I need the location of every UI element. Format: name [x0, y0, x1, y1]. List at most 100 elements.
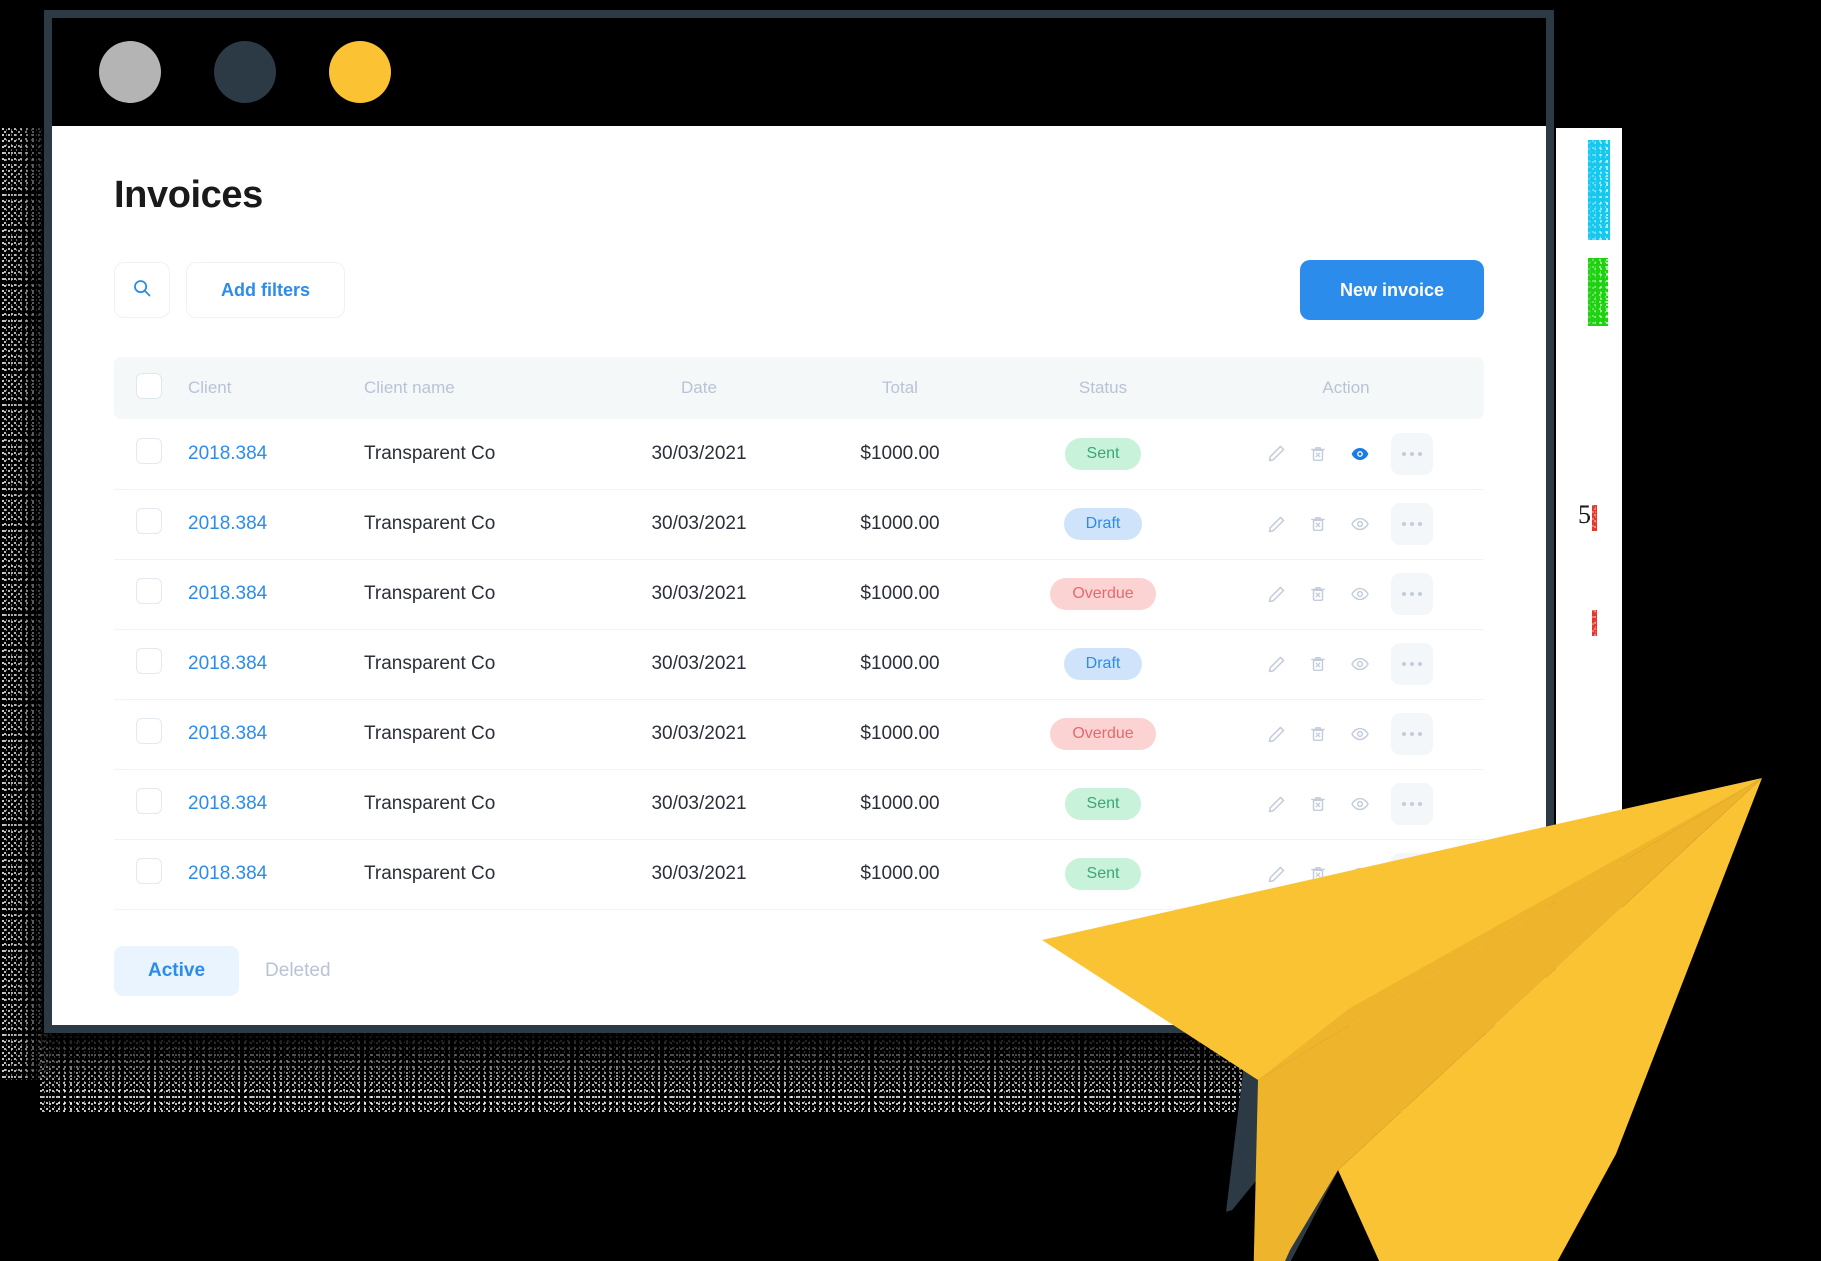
eye-icon[interactable]: [1343, 577, 1377, 611]
invoice-link[interactable]: 2018.384: [188, 793, 267, 814]
cell-client: 2018.384: [188, 629, 364, 700]
edit-icon[interactable]: [1259, 787, 1293, 821]
edit-icon[interactable]: [1259, 647, 1293, 681]
row-action-group: [1259, 713, 1433, 755]
column-header-date[interactable]: Date: [596, 357, 802, 419]
eye-icon[interactable]: [1343, 437, 1377, 471]
pagination-page-1[interactable]: 1: [1438, 947, 1484, 994]
row-action-group: [1259, 432, 1433, 475]
column-header-total[interactable]: Total: [802, 357, 998, 419]
cell-action: [1208, 419, 1484, 490]
column-header-status[interactable]: Status: [998, 357, 1208, 419]
table-row[interactable]: 2018.384 Transparent Co 30/03/2021 $1000.00…: [114, 699, 1484, 770]
row-checkbox[interactable]: [136, 718, 162, 744]
row-select-cell: [114, 489, 188, 560]
status-badge: Sent: [1064, 437, 1142, 470]
status-badge: Sent: [1064, 788, 1142, 820]
pagination-prev-button[interactable]: ‹: [1392, 951, 1422, 991]
select-all-header: [114, 357, 188, 419]
tab-active[interactable]: Active: [114, 945, 240, 996]
table-row[interactable]: 2018.384 Transparent Co 30/03/2021 $1000.00…: [114, 839, 1484, 910]
cell-client-name: Transparent Co: [364, 629, 596, 700]
tab-deleted[interactable]: Deleted: [239, 946, 357, 996]
cell-action: [1208, 699, 1484, 770]
eye-icon[interactable]: [1343, 787, 1377, 821]
status-badge: Overdue: [1050, 578, 1156, 610]
table-row[interactable]: 2018.384 Transparent Co 30/03/2021 $1000.00…: [114, 419, 1484, 490]
trash-icon[interactable]: [1301, 857, 1335, 891]
new-invoice-button[interactable]: New invoice: [1299, 260, 1484, 320]
eye-icon[interactable]: [1343, 647, 1377, 681]
row-checkbox[interactable]: [136, 648, 162, 674]
trash-icon[interactable]: [1301, 507, 1335, 541]
table-footer: Active Deleted ‹ 1: [114, 944, 1484, 998]
table-row[interactable]: 2018.384 Transparent Co 30/03/2021 $1000.00…: [114, 629, 1484, 700]
status-badge: Draft: [1063, 508, 1143, 540]
column-header-client[interactable]: Client: [188, 357, 364, 419]
cell-status: Overdue: [998, 559, 1208, 630]
add-filters-button[interactable]: Add filters: [186, 262, 346, 318]
trash-icon[interactable]: [1301, 717, 1335, 751]
row-checkbox[interactable]: [136, 578, 162, 604]
invoices-table: Client Client name Date Total Status Act…: [114, 357, 1484, 910]
edit-icon[interactable]: [1259, 577, 1293, 611]
cell-total: $1000.00: [802, 839, 998, 910]
cell-client-name: Transparent Co: [364, 419, 596, 490]
trash-icon[interactable]: [1301, 577, 1335, 611]
paper-plane-tail-dark: [1285, 1170, 1338, 1261]
more-icon[interactable]: [1391, 503, 1433, 545]
table-header: Client Client name Date Total Status Act…: [114, 357, 1484, 419]
traffic-light-close-icon[interactable]: [329, 41, 391, 103]
more-icon[interactable]: [1391, 853, 1433, 895]
edit-icon[interactable]: [1259, 437, 1293, 471]
row-checkbox[interactable]: [136, 508, 162, 534]
table-row[interactable]: 2018.384 Transparent Co 30/03/2021 $1000.00…: [114, 559, 1484, 630]
row-checkbox[interactable]: [136, 437, 162, 464]
traffic-light-maximize-icon[interactable]: [214, 41, 276, 103]
cell-client: 2018.384: [188, 419, 364, 490]
more-icon[interactable]: [1391, 643, 1433, 685]
status-badge: Overdue: [1050, 718, 1156, 750]
edit-icon[interactable]: [1259, 857, 1293, 891]
row-select-cell: [114, 419, 188, 490]
invoice-link[interactable]: 2018.384: [188, 723, 267, 744]
search-button[interactable]: [114, 262, 170, 318]
table-row[interactable]: 2018.384 Transparent Co 30/03/2021 $1000.00…: [114, 489, 1484, 560]
background-chip-cyan: [1588, 140, 1610, 240]
trash-icon[interactable]: [1301, 787, 1335, 821]
row-action-group: [1259, 643, 1433, 685]
background-glyph: 5: [1578, 500, 1591, 529]
more-icon[interactable]: [1391, 783, 1433, 825]
screenshot-stage: 5 Invoices Add filters New invoice Clien…: [0, 0, 1821, 1261]
column-header-client-name[interactable]: Client name: [364, 357, 596, 419]
cell-date: 30/03/2021: [596, 839, 802, 910]
trash-icon[interactable]: [1301, 437, 1335, 471]
traffic-light-minimize-icon[interactable]: [99, 41, 161, 103]
more-icon[interactable]: [1391, 713, 1433, 755]
cell-total: $1000.00: [802, 629, 998, 700]
invoice-link[interactable]: 2018.384: [188, 513, 267, 534]
invoice-link[interactable]: 2018.384: [188, 863, 267, 884]
table-body: 2018.384 Transparent Co 30/03/2021 $1000.00…: [114, 419, 1484, 910]
row-checkbox[interactable]: [136, 788, 162, 814]
table-row[interactable]: 2018.384 Transparent Co 30/03/2021 $1000.00…: [114, 769, 1484, 840]
row-checkbox[interactable]: [136, 858, 162, 884]
invoice-link[interactable]: 2018.384: [188, 653, 267, 674]
invoice-link[interactable]: 2018.384: [188, 583, 267, 604]
invoice-link[interactable]: 2018.384: [188, 443, 267, 464]
cell-action: [1208, 839, 1484, 910]
search-icon: [132, 278, 152, 303]
trash-icon[interactable]: [1301, 647, 1335, 681]
cell-action: [1208, 559, 1484, 630]
cell-client: 2018.384: [188, 559, 364, 630]
more-icon[interactable]: [1391, 573, 1433, 615]
cell-date: 30/03/2021: [596, 559, 802, 630]
eye-icon[interactable]: [1343, 507, 1377, 541]
edit-icon[interactable]: [1259, 717, 1293, 751]
select-all-checkbox[interactable]: [136, 372, 162, 399]
cell-client-name: Transparent Co: [364, 489, 596, 560]
eye-icon[interactable]: [1343, 717, 1377, 751]
eye-icon[interactable]: [1343, 857, 1377, 891]
more-icon[interactable]: [1391, 432, 1433, 475]
edit-icon[interactable]: [1259, 507, 1293, 541]
